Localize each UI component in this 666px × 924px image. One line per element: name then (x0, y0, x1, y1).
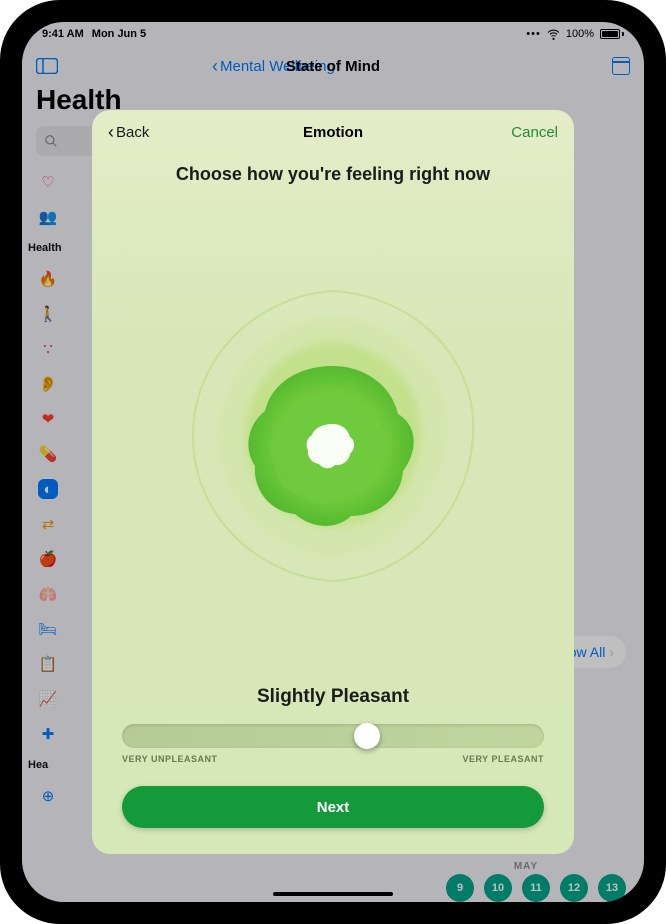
modal-title: Emotion (303, 124, 363, 141)
screen: 9:41 AM Mon Jun 5 ••• 100% ‹ Mental Well… (22, 22, 644, 902)
emotion-modal: ‹ Back Emotion Cancel Choose how you're … (92, 110, 574, 854)
slider-track[interactable] (122, 724, 544, 748)
ipad-frame: 9:41 AM Mon Jun 5 ••• 100% ‹ Mental Well… (0, 0, 666, 924)
feeling-label: Slightly Pleasant (92, 686, 574, 708)
emotion-visual (92, 185, 574, 686)
emotion-blob-icon (163, 266, 503, 606)
slider-max-label: VERY PLEASANT (462, 754, 544, 764)
modal-cancel-button[interactable]: Cancel (511, 124, 558, 141)
next-button[interactable]: Next (122, 786, 544, 828)
modal-heading: Choose how you're feeling right now (92, 164, 574, 185)
chevron-left-icon: ‹ (108, 123, 114, 141)
slider-thumb[interactable] (354, 723, 380, 749)
next-button-label: Next (317, 799, 350, 816)
modal-back-label: Back (116, 124, 149, 141)
emotion-slider[interactable]: VERY UNPLEASANT VERY PLEASANT (92, 724, 574, 764)
home-indicator[interactable] (273, 892, 393, 896)
slider-min-label: VERY UNPLEASANT (122, 754, 218, 764)
modal-back-button[interactable]: ‹ Back (108, 123, 149, 141)
modal-nav: ‹ Back Emotion Cancel (92, 110, 574, 154)
